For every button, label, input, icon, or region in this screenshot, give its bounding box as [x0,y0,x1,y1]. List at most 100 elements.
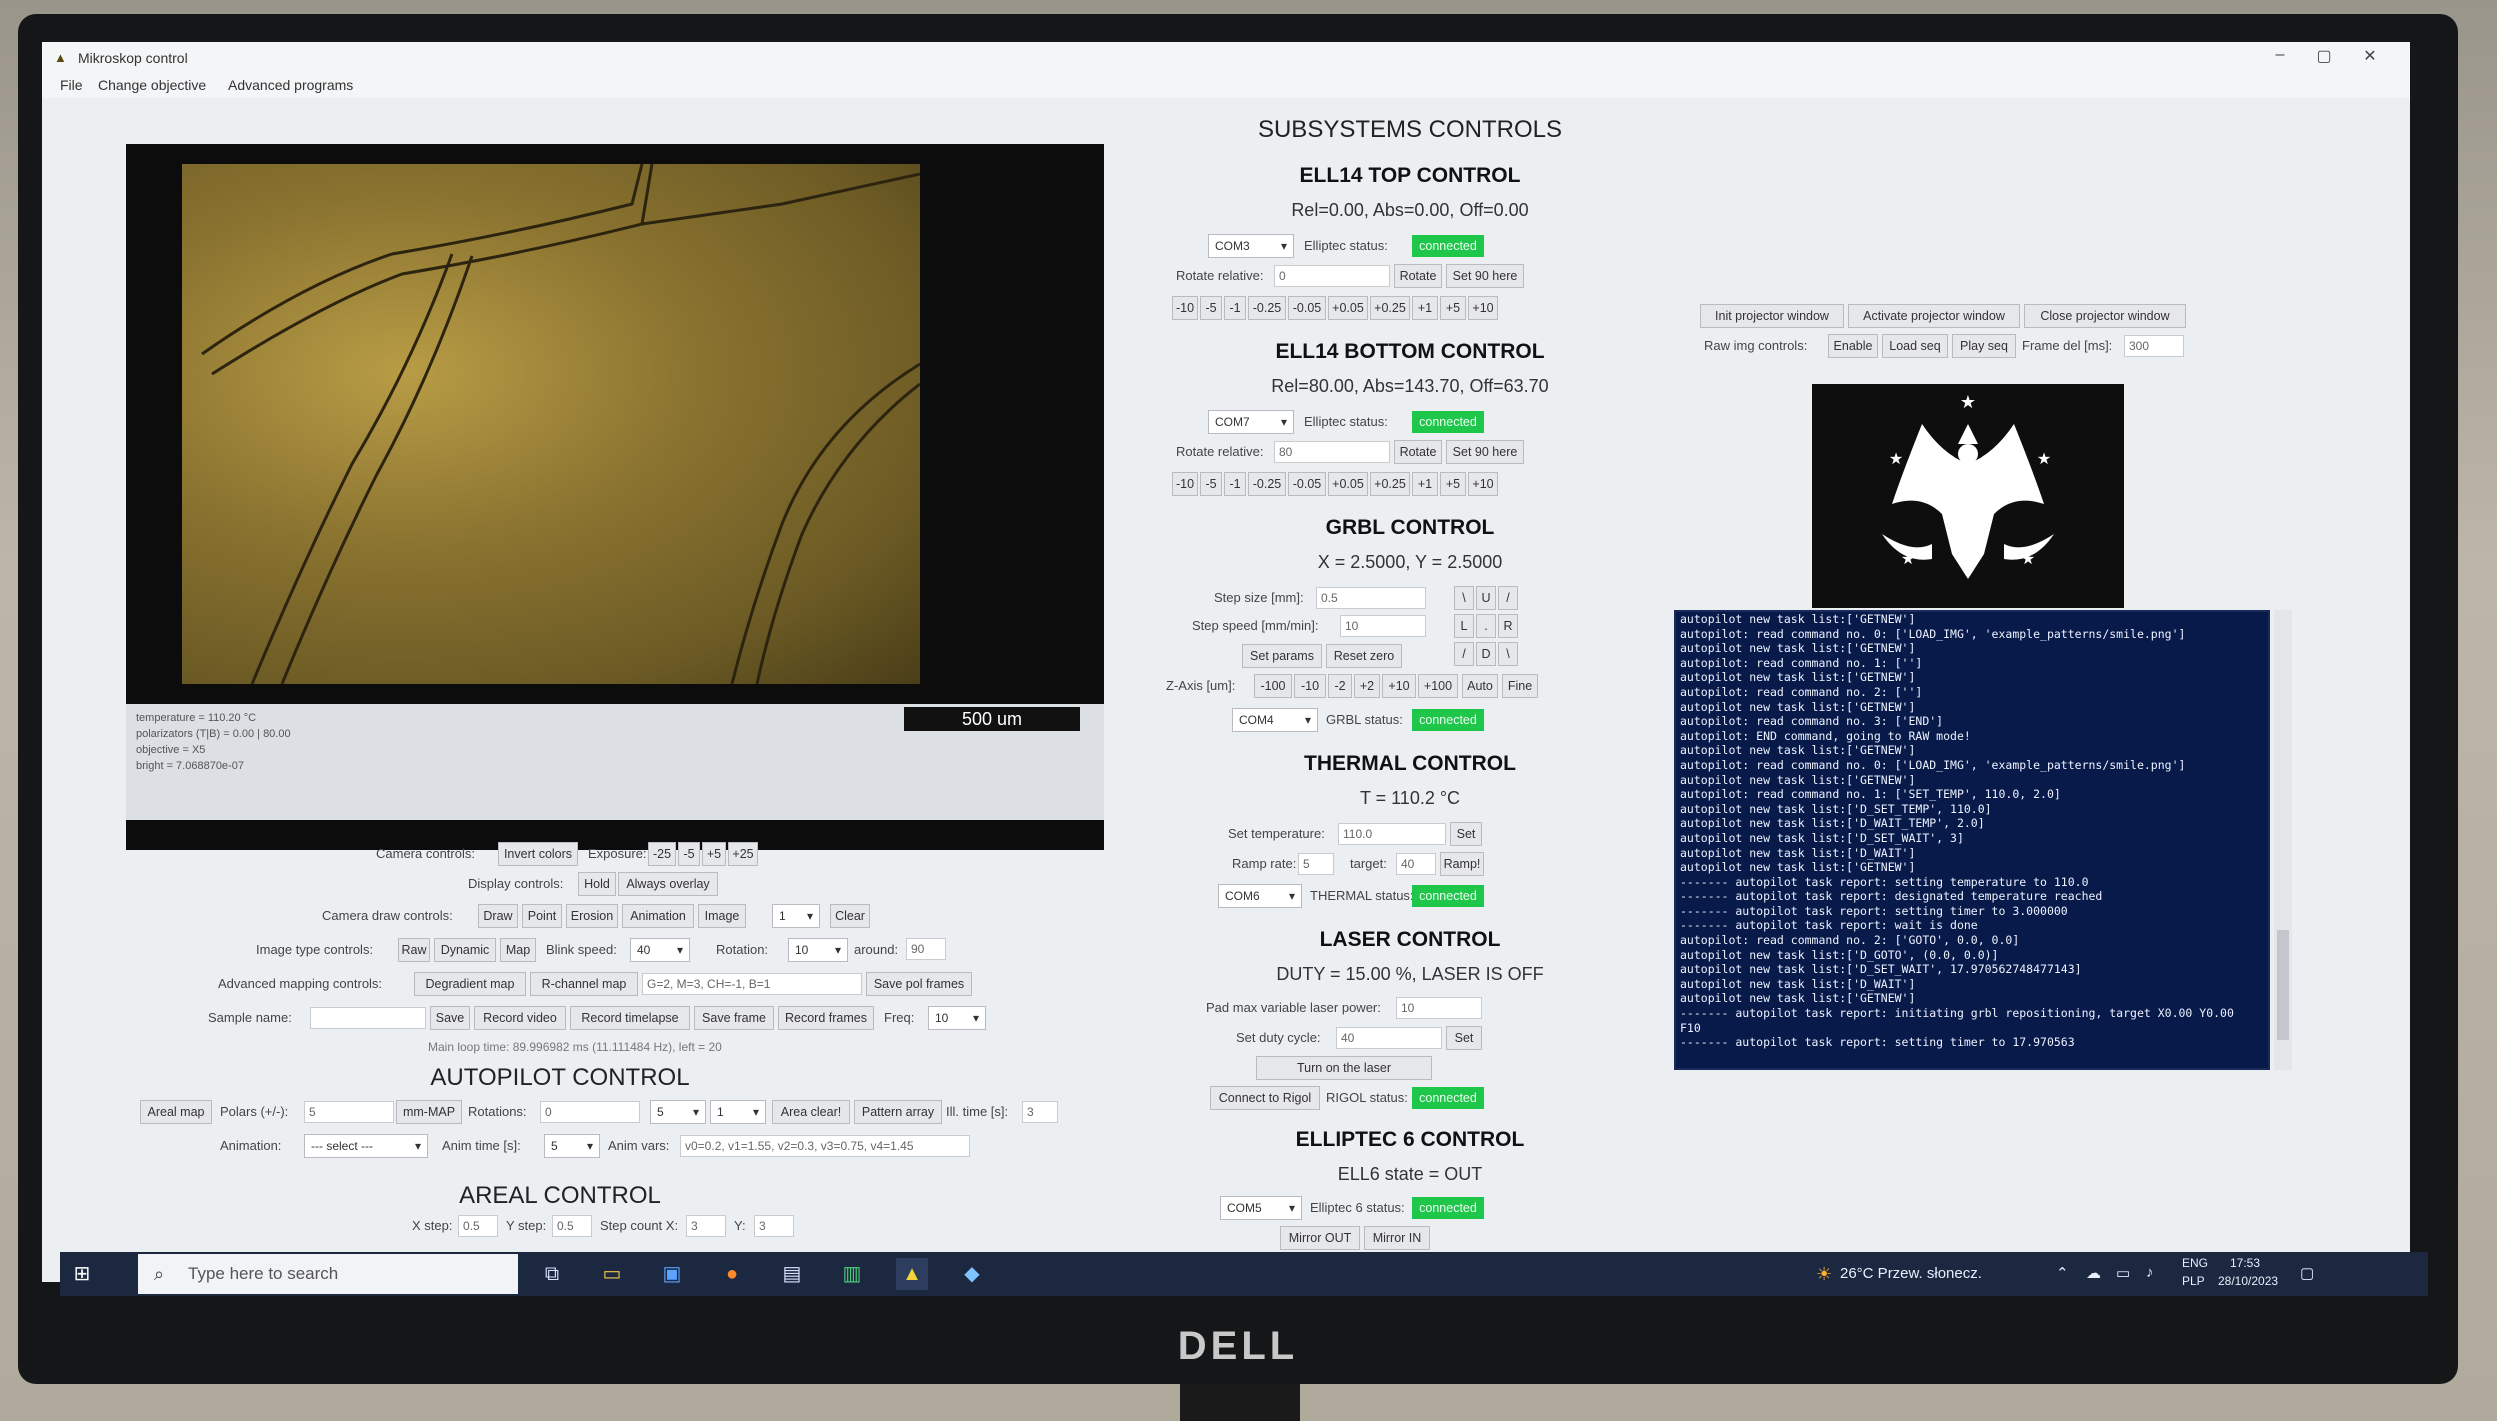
terminal-icon[interactable]: ▤ [776,1258,808,1290]
mirror-in-button[interactable]: Mirror IN [1364,1226,1430,1250]
raw-button[interactable]: Raw [398,938,430,962]
tray-chevron-up-icon[interactable]: ⌃ [2056,1264,2069,1282]
anim-vars-input[interactable]: v0=0.2, v1=1.55, v2=0.3, v3=0.75, v4=1.4… [680,1135,970,1157]
frame-del-input[interactable]: 300 [2124,335,2184,357]
freq-select[interactable]: 10 ▾ [928,1006,986,1030]
ell-bottom-step-button[interactable]: -5 [1200,472,1222,496]
save-pol-frames-button[interactable]: Save pol frames [866,972,972,996]
duty-cycle-input[interactable]: 40 [1336,1027,1442,1049]
ell-bottom-step-button[interactable]: -0.25 [1248,472,1286,496]
z-minus100-button[interactable]: -100 [1254,674,1292,698]
record-frames-button[interactable]: Record frames [778,1006,874,1030]
grbl-com-select[interactable]: COM4 ▾ [1232,708,1318,732]
ell-top-step-button[interactable]: -1 [1224,296,1246,320]
z-plus10-button[interactable]: +10 [1382,674,1416,698]
invert-colors-button[interactable]: Invert colors [498,842,578,866]
set-temperature-input[interactable]: 110.0 [1338,823,1446,845]
ell-bottom-step-button[interactable]: +10 [1468,472,1498,496]
ell-bottom-step-button[interactable]: -0.05 [1288,472,1326,496]
set-temperature-button[interactable]: Set [1450,822,1482,846]
ramp-button[interactable]: Ramp! [1440,852,1484,876]
notepad-icon[interactable]: ▥ [836,1258,868,1290]
language-secondary[interactable]: PLP [2182,1274,2205,1288]
ell-top-rotate-input[interactable]: 0 [1274,265,1390,287]
ramp-rate-input[interactable]: 5 [1298,853,1334,875]
clear-button[interactable]: Clear [830,904,870,928]
move-up-left-button[interactable]: \ [1454,586,1474,610]
ell-top-com-select[interactable]: COM3 ▾ [1208,234,1294,258]
map-button[interactable]: Map [500,938,536,962]
windows-start-icon[interactable]: ⊞ [66,1258,98,1290]
ell-bottom-rotate-input[interactable]: 80 [1274,441,1390,463]
record-video-button[interactable]: Record video [474,1006,566,1030]
z-plus2-button[interactable]: +2 [1354,674,1380,698]
z-fine-button[interactable]: Fine [1502,674,1538,698]
display-icon[interactable]: ▭ [2116,1264,2130,1282]
speaker-icon[interactable]: ♪ [2146,1264,2154,1281]
point-button[interactable]: Point [522,904,562,928]
thermal-com-select[interactable]: COM6 ▾ [1218,884,1302,908]
move-up-button[interactable]: U [1476,586,1496,610]
autopilot-select-1[interactable]: 5 ▾ [650,1100,706,1124]
pad-max-input[interactable]: 10 [1396,997,1482,1019]
ell-top-step-button[interactable]: -0.25 [1248,296,1286,320]
mm-map-button[interactable]: mm-MAP [396,1100,462,1124]
rotation-select[interactable]: 10 ▾ [788,938,848,962]
areal-map-button[interactable]: Areal map [140,1100,212,1124]
ill-time-input[interactable]: 3 [1022,1101,1058,1123]
dynamic-button[interactable]: Dynamic [434,938,496,962]
step-speed-input[interactable]: 10 [1340,615,1426,637]
language-primary[interactable]: ENG [2182,1256,2208,1270]
close-projector-button[interactable]: Close projector window [2024,304,2186,328]
python-app-icon[interactable]: ◆ [956,1258,988,1290]
step-count-x-input[interactable]: 3 [686,1215,726,1237]
ystep-input[interactable]: 0.5 [552,1215,592,1237]
rchannel-map-button[interactable]: R-channel map [530,972,638,996]
ell-top-step-button[interactable]: +1 [1412,296,1438,320]
ell6-com-select[interactable]: COM5 ▾ [1220,1196,1302,1220]
ell-top-step-button[interactable]: +0.25 [1370,296,1410,320]
save-button[interactable]: Save [430,1006,470,1030]
image-button[interactable]: Image [698,904,746,928]
mapping-formula-input[interactable]: G=2, M=3, CH=-1, B=1 [642,973,862,995]
save-app-icon[interactable]: ▣ [656,1258,688,1290]
animation-button[interactable]: Animation [622,904,694,928]
blink-speed-select[interactable]: 40 ▾ [630,938,690,962]
z-plus100-button[interactable]: +100 [1418,674,1458,698]
move-right-button[interactable]: R [1498,614,1518,638]
console-scrollbar-thumb[interactable] [2277,930,2289,1040]
polars-input[interactable]: 5 [304,1101,394,1123]
around-input[interactable]: 90 [906,938,946,960]
target-input[interactable]: 40 [1396,853,1436,875]
move-down-left-button[interactable]: / [1454,642,1474,666]
taskbar-search-box[interactable]: ⌕ Type here to search [138,1254,518,1294]
clock-date[interactable]: 28/10/2023 [2218,1274,2278,1288]
anim-time-select[interactable]: 5 ▾ [544,1134,600,1158]
ell-bottom-step-button[interactable]: +0.05 [1328,472,1368,496]
ell-top-step-button[interactable]: -10 [1172,296,1198,320]
ell-top-step-button[interactable]: -0.05 [1288,296,1326,320]
connect-rigol-button[interactable]: Connect to Rigol [1210,1086,1320,1110]
enable-button[interactable]: Enable [1828,334,1878,358]
ell-bottom-step-button[interactable]: -1 [1224,472,1246,496]
reset-zero-button[interactable]: Reset zero [1326,644,1402,668]
draw-button[interactable]: Draw [478,904,518,928]
ell-top-rotate-button[interactable]: Rotate [1394,264,1442,288]
mirror-out-button[interactable]: Mirror OUT [1280,1226,1360,1250]
z-auto-button[interactable]: Auto [1462,674,1498,698]
move-down-right-button[interactable]: \ [1498,642,1518,666]
move-left-button[interactable]: L [1454,614,1474,638]
rotations-input[interactable]: 0 [540,1101,640,1123]
pattern-array-button[interactable]: Pattern array [854,1100,942,1124]
always-overlay-button[interactable]: Always overlay [618,872,718,896]
animation-select[interactable]: --- select --- ▾ [304,1134,428,1158]
turn-on-laser-button[interactable]: Turn on the laser [1256,1056,1432,1080]
exposure-plus5-button[interactable]: +5 [702,842,726,866]
exposure-minus25-button[interactable]: -25 [648,842,676,866]
play-seq-button[interactable]: Play seq [1952,334,2016,358]
file-explorer-icon[interactable]: ▭ [596,1258,628,1290]
draw-select[interactable]: 1 ▾ [772,904,820,928]
exposure-minus5-button[interactable]: -5 [678,842,700,866]
task-view-icon[interactable]: ⧉ [536,1258,568,1290]
ell-bottom-rotate-button[interactable]: Rotate [1394,440,1442,464]
